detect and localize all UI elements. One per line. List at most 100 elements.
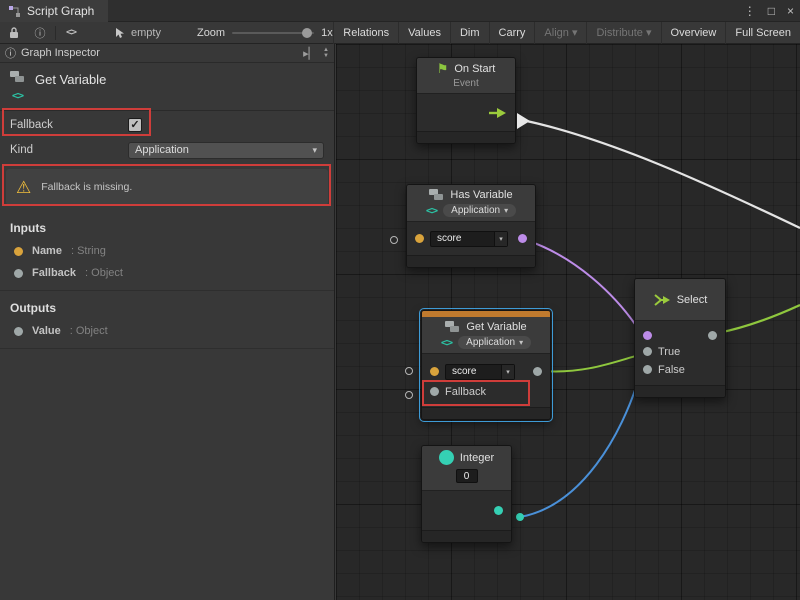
hollow-port-get-variable-fallback[interactable] xyxy=(405,391,413,399)
kind-value: Application xyxy=(466,337,515,348)
value-output-port[interactable] xyxy=(533,367,542,376)
maximize-icon[interactable]: □ xyxy=(768,4,775,18)
kebab-menu-icon[interactable]: ⋮ xyxy=(744,4,756,18)
kind-pill[interactable]: Application ▾ xyxy=(443,204,516,217)
inspected-node-title-block: <> Get Variable xyxy=(0,63,334,111)
dropdown-arrow-icon: ▾ xyxy=(501,365,514,379)
warning-icon: ⚠ xyxy=(16,179,31,196)
node-footer xyxy=(417,131,515,143)
integer-value-field[interactable]: 0 xyxy=(456,469,478,483)
distribute-button[interactable]: Distribute ▾ xyxy=(586,22,660,44)
wire-endpoint-teal xyxy=(516,513,524,521)
fallback-checkbox[interactable]: ✓ xyxy=(128,118,142,132)
inspected-node-title: Get Variable xyxy=(35,69,106,104)
node-title: On Start xyxy=(454,63,495,75)
zoom-control: Zoom 1x xyxy=(197,27,333,39)
close-icon[interactable]: × xyxy=(787,4,794,18)
lock-icon[interactable] xyxy=(4,23,24,43)
node-header: ⚑ On Start Event xyxy=(417,58,515,94)
code-icon[interactable]: <> xyxy=(61,23,81,43)
port-type: : Object xyxy=(85,267,123,279)
empty-label: empty xyxy=(131,27,161,39)
port-type: : String xyxy=(71,245,106,257)
node-integer[interactable]: Integer 0 xyxy=(421,445,512,543)
node-has-variable[interactable]: Has Variable <> Application ▾ score ▾ xyxy=(406,184,536,268)
zoom-label: Zoom xyxy=(197,27,225,39)
fullscreen-button[interactable]: Full Screen xyxy=(725,22,800,44)
hollow-port-has-variable-name[interactable] xyxy=(390,236,398,244)
variables-icon xyxy=(445,321,460,333)
inspector-header: ⓘ Graph Inspector ▸▏ ▲ ▼ xyxy=(0,44,334,63)
port-name: Fallback xyxy=(32,267,76,279)
node-title: Get Variable xyxy=(466,321,526,333)
dock-icon[interactable]: ▸▏ xyxy=(303,47,317,60)
node-title: Select xyxy=(677,294,708,306)
dropdown-arrow-icon: ▾ xyxy=(504,206,508,215)
dropdown-arrow-icon: ▾ xyxy=(519,338,523,347)
variable-name-field[interactable]: score ▾ xyxy=(430,231,508,247)
inspector-title: Graph Inspector xyxy=(21,47,100,59)
port-type: : Object xyxy=(70,325,108,337)
true-input-port[interactable] xyxy=(643,347,652,356)
zoom-value: 1x xyxy=(321,27,333,39)
variables-icon xyxy=(10,71,25,83)
wires-svg xyxy=(336,44,800,600)
node-get-variable[interactable]: Get Variable <> Application ▾ score ▾ xyxy=(421,310,551,420)
tab-title: Script Graph xyxy=(27,4,94,18)
carry-button[interactable]: Carry xyxy=(489,22,535,44)
wire-get-variable-to-select-true[interactable] xyxy=(543,355,639,371)
values-button[interactable]: Values xyxy=(398,22,450,44)
true-label: True xyxy=(658,346,680,358)
align-button[interactable]: Align ▾ xyxy=(534,22,586,44)
flow-output-icon[interactable] xyxy=(489,107,507,119)
node-subtitle: Event xyxy=(423,78,509,89)
kind-row: Kind Application ▾ xyxy=(0,138,334,162)
script-graph-icon xyxy=(8,5,21,18)
toolbar-buttons: Relations Values Dim Carry Align ▾ Distr… xyxy=(333,22,800,44)
variable-name: score xyxy=(446,366,501,377)
node-footer xyxy=(422,407,550,419)
input-row-name: Name : String xyxy=(0,240,334,262)
pointer-icon xyxy=(115,27,126,39)
name-input-port[interactable] xyxy=(430,367,439,376)
zoom-slider[interactable] xyxy=(232,32,314,34)
bool-output-port[interactable] xyxy=(518,234,527,243)
node-select[interactable]: Select True False xyxy=(634,278,726,398)
overview-button[interactable]: Overview xyxy=(661,22,726,44)
port-name: Name xyxy=(32,245,62,257)
output-row-value: Value : Object xyxy=(0,320,334,342)
dropdown-arrow-icon: ▾ xyxy=(494,232,507,246)
separator xyxy=(55,26,56,40)
outputs-header: Outputs xyxy=(0,291,334,320)
variable-name-field[interactable]: score ▾ xyxy=(445,364,515,380)
integer-icon xyxy=(439,450,454,465)
false-input-port[interactable] xyxy=(643,365,652,374)
selection-output-port[interactable] xyxy=(708,331,717,340)
graph-inspector-panel: ⓘ Graph Inspector ▸▏ ▲ ▼ <> Get Variable… xyxy=(0,44,335,600)
kind-pill[interactable]: Application ▾ xyxy=(458,336,531,349)
node-on-start[interactable]: ⚑ On Start Event xyxy=(416,57,516,144)
relations-button[interactable]: Relations xyxy=(333,22,398,44)
integer-output-port[interactable] xyxy=(494,506,503,515)
port-name: Value xyxy=(32,325,61,337)
graph-toolbar: ⓘ <> empty Zoom 1x Relations Values Dim … xyxy=(0,22,800,44)
hollow-port-get-variable-name[interactable] xyxy=(405,367,413,375)
node-header: Select xyxy=(635,279,725,321)
info-icon[interactable]: ⓘ xyxy=(30,23,50,43)
wire-select-output[interactable] xyxy=(718,305,800,333)
scroll-down-icon[interactable]: ▼ xyxy=(323,53,329,59)
dim-button[interactable]: Dim xyxy=(450,22,489,44)
input-row-fallback: Fallback : Object xyxy=(0,262,334,284)
wire-control-flow[interactable] xyxy=(522,120,800,228)
inputs-header: Inputs xyxy=(0,211,334,240)
kind-dropdown[interactable]: Application ▾ xyxy=(128,142,324,159)
port-dot-grey xyxy=(14,327,23,336)
tab-script-graph[interactable]: Script Graph xyxy=(0,0,108,22)
fallback-input-port[interactable] xyxy=(430,387,439,396)
fallback-row: Fallback ✓ xyxy=(0,111,334,138)
graph-canvas[interactable]: ⚑ On Start Event Has xyxy=(336,44,800,600)
scrollbar-arrows[interactable]: ▲ ▼ xyxy=(323,47,329,59)
condition-input-port[interactable] xyxy=(643,331,652,340)
name-input-port[interactable] xyxy=(415,234,424,243)
zoom-knob[interactable] xyxy=(302,28,312,38)
